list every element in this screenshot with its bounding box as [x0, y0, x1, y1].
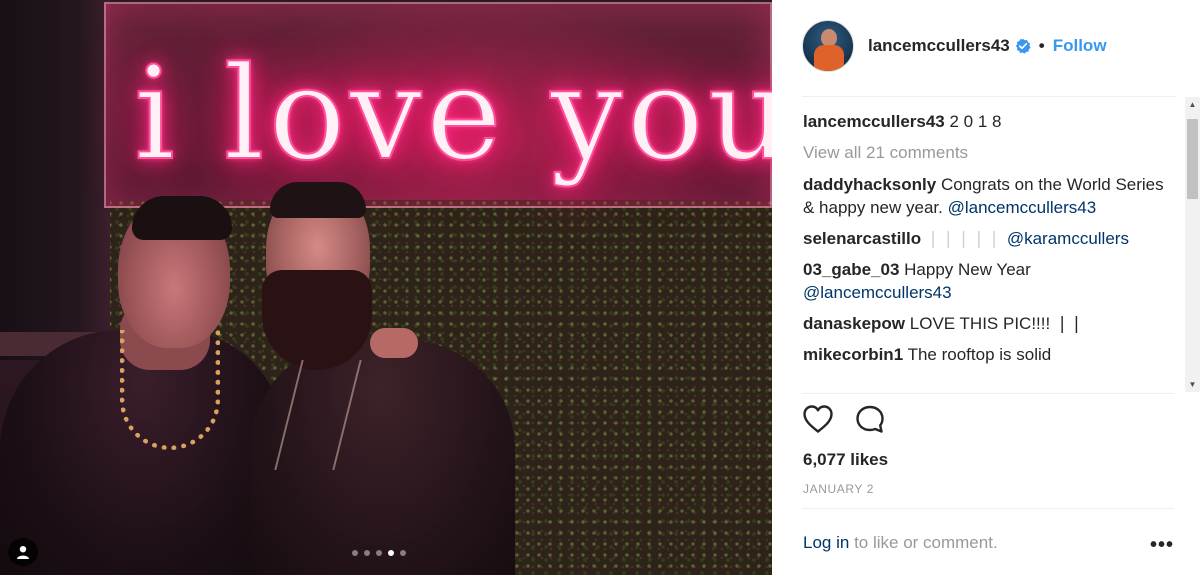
heart-icon[interactable] — [802, 404, 834, 434]
comment-author[interactable]: mikecorbin1 — [803, 345, 903, 364]
avatar-body — [814, 45, 844, 71]
list-item: mikecorbin1 The rooftop is solid — [803, 343, 1177, 366]
person-right-hair — [270, 182, 366, 218]
follow-button[interactable]: Follow — [1053, 36, 1107, 56]
login-suffix: to like or comment. — [854, 533, 998, 552]
comment-author[interactable]: 03_gabe_03 — [803, 260, 899, 279]
likes-count[interactable]: 6,077 likes — [803, 450, 888, 470]
header-user-line: lancemccullers43 • Follow — [868, 36, 1107, 56]
neon-sign-text: i love you — [133, 39, 772, 190]
hand-on-shoulder — [370, 328, 418, 358]
comment-text: ❘❘❘❘❘ — [925, 229, 1003, 248]
caption-text: 2 0 1 8 — [949, 112, 1002, 131]
comment-mention[interactable]: @lancemccullers43 — [948, 198, 1097, 217]
caption: lancemccullers43 2 0 1 8 — [803, 110, 1177, 133]
comment-text: LOVE THIS PIC!!!! ❘❘ — [909, 314, 1084, 333]
avatar[interactable] — [802, 20, 854, 72]
more-options-button[interactable]: ••• — [1150, 534, 1174, 557]
dark-wall — [0, 0, 110, 360]
caption-author[interactable]: lancemccullers43 — [803, 112, 945, 131]
comments-scrollbar[interactable]: ▲ ▼ — [1185, 97, 1200, 392]
scroll-up-arrow-icon[interactable]: ▲ — [1185, 97, 1200, 112]
comments-list: lancemccullers43 2 0 1 8 View all 21 com… — [803, 110, 1177, 392]
list-item: 03_gabe_03 Happy New Year @lancemcculler… — [803, 258, 1177, 304]
carousel-dot[interactable] — [400, 550, 406, 556]
post-photo[interactable]: i love you — [0, 0, 772, 575]
comment-mention[interactable]: @karamccullers — [1007, 229, 1129, 248]
login-prompt: Log in to like or comment. — [803, 533, 998, 553]
list-item: selenarcastillo ❘❘❘❘❘ @karamccullers — [803, 227, 1177, 250]
view-all-comments-link[interactable]: View all 21 comments — [803, 141, 1177, 164]
comment-text: The rooftop is solid — [907, 345, 1052, 364]
header-separator: • — [1038, 36, 1045, 55]
list-item: daddyhacksonly Congrats on the World Ser… — [803, 173, 1177, 219]
comment-mention[interactable]: @lancemccullers43 — [803, 283, 952, 302]
scroll-thumb[interactable] — [1187, 119, 1198, 199]
list-item: danaskepow LOVE THIS PIC!!!! ❘❘ — [803, 312, 1177, 335]
login-link[interactable]: Log in — [803, 533, 849, 552]
gold-chain — [120, 330, 220, 450]
user-tag-icon — [17, 546, 29, 559]
person-left-hair — [132, 196, 232, 240]
comment-text: Happy New Year — [904, 260, 1031, 279]
comment-author[interactable]: selenarcastillo — [803, 229, 921, 248]
comment-icon[interactable] — [854, 404, 886, 434]
user-tag-button[interactable] — [8, 538, 38, 566]
post-actions — [802, 404, 886, 434]
author-username[interactable]: lancemccullers43 — [868, 36, 1010, 56]
scroll-down-arrow-icon[interactable]: ▼ — [1185, 377, 1200, 392]
divider — [802, 393, 1174, 394]
carousel-dot[interactable] — [352, 550, 358, 556]
verified-badge-icon — [1015, 38, 1031, 54]
divider — [802, 508, 1174, 509]
carousel-dot-active[interactable] — [388, 550, 394, 556]
carousel-dot[interactable] — [364, 550, 370, 556]
carousel-dots — [352, 550, 406, 556]
comment-author[interactable]: daddyhacksonly — [803, 175, 936, 194]
comment-author[interactable]: danaskepow — [803, 314, 905, 333]
post-date[interactable]: JANUARY 2 — [803, 482, 874, 496]
post-header: lancemccullers43 • Follow — [802, 20, 1176, 97]
carousel-dot[interactable] — [376, 550, 382, 556]
